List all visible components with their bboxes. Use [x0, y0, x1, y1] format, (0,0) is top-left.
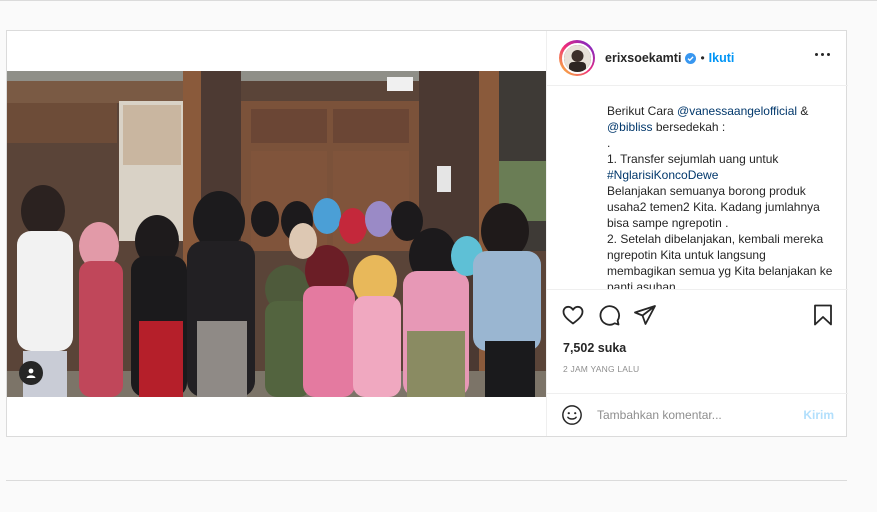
- caption-text: Berikut Cara: [607, 104, 678, 118]
- emoji-icon[interactable]: [561, 404, 583, 426]
- caption-dot: .: [607, 136, 611, 150]
- follow-button[interactable]: Ikuti: [709, 51, 735, 65]
- caption-step1: 1. Transfer sejumlah uang untuk: [607, 152, 779, 166]
- post-sidebar: erixsoekamti • Ikuti Berikut Cara @vanes…: [546, 31, 848, 436]
- comment-bar: Kirim: [547, 393, 848, 436]
- verified-badge-icon: [685, 52, 697, 64]
- username[interactable]: erixsoekamti: [605, 51, 681, 65]
- avatar-photo: [561, 42, 593, 74]
- hashtag-link[interactable]: #NglarisiKoncoDewe: [607, 168, 718, 182]
- caption-text: bersedekah :: [652, 120, 726, 134]
- mention-link[interactable]: @vanessaangelofficial: [677, 104, 797, 118]
- post-caption: Berikut Cara @vanessaangelofficial & @bi…: [607, 103, 837, 289]
- user-tag-icon[interactable]: [19, 361, 43, 385]
- comment-input[interactable]: [597, 408, 804, 422]
- post-timestamp[interactable]: 2 JAM YANG LALU: [563, 364, 639, 374]
- bottom-divider: [6, 480, 847, 481]
- post-comment-button[interactable]: Kirim: [803, 408, 834, 422]
- mention-link[interactable]: @bibliss: [607, 120, 653, 134]
- bookmark-icon[interactable]: [811, 303, 835, 327]
- instagram-post: erixsoekamti • Ikuti Berikut Cara @vanes…: [6, 30, 848, 437]
- caption-step1b: Belanjakan semuanya borong produk usaha2…: [607, 184, 820, 230]
- group-photo-illustration: [7, 71, 546, 397]
- top-divider: [0, 0, 877, 1]
- heart-icon[interactable]: [561, 303, 585, 327]
- caption-step2: 2. Setelah dibelanjakan, kembali mereka …: [607, 232, 833, 289]
- avatar[interactable]: [559, 40, 595, 76]
- action-bar: [547, 289, 848, 338]
- more-options-icon[interactable]: [815, 53, 830, 56]
- post-photo[interactable]: [7, 71, 546, 397]
- share-icon[interactable]: [633, 303, 657, 327]
- caption-text: &: [797, 104, 809, 118]
- comment-icon[interactable]: [597, 303, 621, 327]
- separator-dot: •: [700, 51, 705, 65]
- post-header: erixsoekamti • Ikuti: [547, 31, 848, 86]
- likes-count[interactable]: 7,502 suka: [563, 341, 626, 355]
